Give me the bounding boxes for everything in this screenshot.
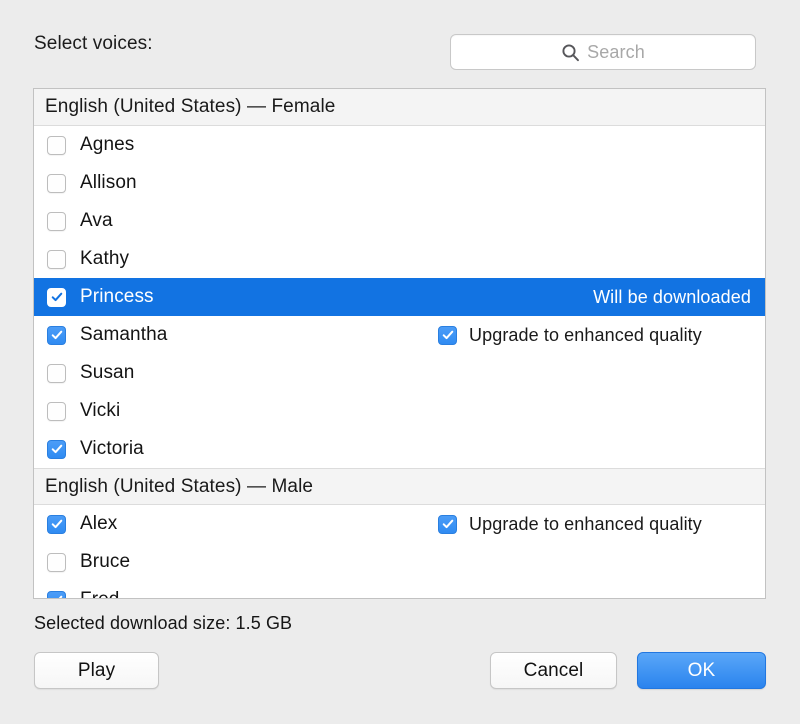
ok-button[interactable]: OK <box>637 652 766 689</box>
voice-row[interactable]: Susan <box>34 354 765 392</box>
cancel-button[interactable]: Cancel <box>490 652 617 689</box>
voice-checkbox[interactable] <box>47 211 66 231</box>
search-placeholder: Search <box>587 41 645 62</box>
voice-name: Fred <box>80 589 119 598</box>
voice-group-header: English (United States) — Female <box>34 89 765 126</box>
dialog-top-row: Select voices: Search <box>0 0 800 88</box>
voice-name: Princess <box>80 286 154 307</box>
voice-checkbox[interactable] <box>47 287 66 307</box>
voice-status-label: Will be downloaded <box>593 286 751 307</box>
voice-name: Samantha <box>80 324 168 345</box>
upgrade-checkbox-label: Upgrade to enhanced quality <box>469 324 702 345</box>
voice-row[interactable]: Vicki <box>34 392 765 430</box>
voice-row[interactable]: Princess Will be downloaded <box>34 278 765 316</box>
voice-name: Alex <box>80 513 118 534</box>
voice-row[interactable]: Alex Upgrade to enhanced quality <box>34 505 765 543</box>
voice-row[interactable]: Fred <box>34 581 765 598</box>
upgrade-quality-option[interactable]: Upgrade to enhanced quality <box>438 514 702 535</box>
upgrade-checkbox[interactable] <box>438 514 457 534</box>
search-icon <box>561 43 580 62</box>
voice-group-header: English (United States) — Male <box>34 468 765 505</box>
voice-checkbox[interactable] <box>47 401 66 421</box>
voice-name: Agnes <box>80 134 135 155</box>
upgrade-quality-option[interactable]: Upgrade to enhanced quality <box>438 325 702 346</box>
voice-name: Victoria <box>80 438 144 459</box>
voice-checkbox[interactable] <box>47 590 66 598</box>
voice-list-scroll-content: English (United States) — Female Agnes All… <box>34 89 765 598</box>
select-voices-dialog: Select voices: Search English (United St… <box>0 0 800 724</box>
upgrade-checkbox[interactable] <box>438 325 457 345</box>
voice-name: Allison <box>80 172 137 193</box>
voice-name: Susan <box>80 362 135 383</box>
voice-checkbox[interactable] <box>47 552 66 572</box>
voice-checkbox[interactable] <box>47 249 66 269</box>
upgrade-checkbox-label: Upgrade to enhanced quality <box>469 513 702 534</box>
selected-download-size: Selected download size: 1.5 GB <box>34 613 293 633</box>
voice-row[interactable]: Bruce <box>34 543 765 581</box>
voice-name: Bruce <box>80 551 131 572</box>
search-input[interactable]: Search <box>450 34 756 70</box>
voice-row[interactable]: Ava <box>34 202 765 240</box>
play-button[interactable]: Play <box>34 652 159 689</box>
voice-name: Ava <box>80 210 113 231</box>
voice-checkbox[interactable] <box>47 173 66 193</box>
search-inner: Search <box>561 42 645 63</box>
voice-row[interactable]: Allison <box>34 164 765 202</box>
voice-checkbox[interactable] <box>47 325 66 345</box>
voice-checkbox[interactable] <box>47 135 66 155</box>
voice-row[interactable]: Victoria <box>34 430 765 468</box>
voice-name: Kathy <box>80 248 130 269</box>
voice-checkbox[interactable] <box>47 439 66 459</box>
voice-list[interactable]: English (United States) — Female Agnes All… <box>33 88 766 599</box>
voice-checkbox[interactable] <box>47 514 66 534</box>
voice-name: Vicki <box>80 400 121 421</box>
voice-checkbox[interactable] <box>47 363 66 383</box>
page-title: Select voices: <box>34 33 153 54</box>
voice-row[interactable]: Samantha Upgrade to enhanced quality <box>34 316 765 354</box>
voice-row[interactable]: Agnes <box>34 126 765 164</box>
voice-row[interactable]: Kathy <box>34 240 765 278</box>
